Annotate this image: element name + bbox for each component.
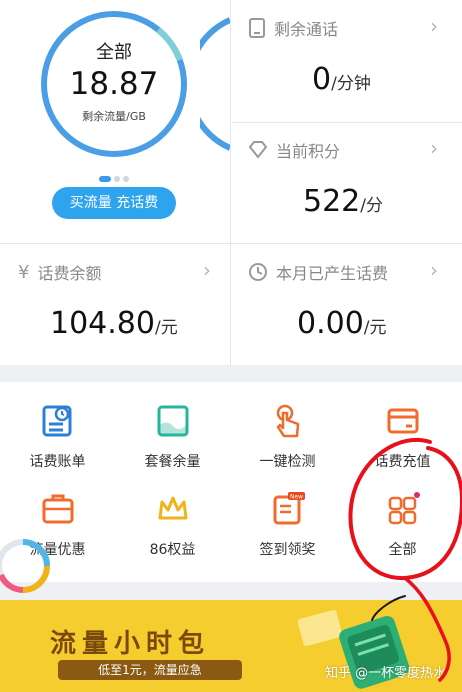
bill-icon bbox=[42, 405, 71, 437]
menu-item-label: 话费账单 bbox=[29, 454, 86, 470]
menu-item-label: 86权益 bbox=[149, 542, 196, 558]
chevron-right-icon[interactable]: › bbox=[203, 258, 211, 282]
chevron-right-icon[interactable]: › bbox=[430, 14, 438, 38]
menu-item-checkin[interactable]: New 签到领奖 bbox=[230, 492, 345, 559]
balance-unit: /元 bbox=[154, 318, 178, 338]
phone-icon bbox=[249, 18, 265, 38]
watermark: 知乎 @一杯零度热水 bbox=[325, 666, 447, 681]
points-unit: /分 bbox=[360, 196, 383, 216]
chevron-right-icon[interactable]: › bbox=[430, 136, 438, 160]
points-card[interactable]: 当前积分 bbox=[248, 138, 340, 162]
carousel-dot-active[interactable] bbox=[99, 176, 111, 182]
carousel-dot[interactable] bbox=[123, 176, 129, 182]
floating-ring-widget[interactable] bbox=[0, 535, 54, 597]
month-charges-value: 0.00 bbox=[297, 306, 364, 341]
menu-item-bill[interactable]: 话费账单 bbox=[0, 404, 115, 471]
diamond-icon bbox=[248, 141, 268, 159]
crown-icon bbox=[158, 496, 187, 520]
balance-value: 104.80 bbox=[50, 306, 155, 341]
remaining-calls-value-row: 0/分钟 bbox=[312, 62, 371, 97]
menu-item-86-benefits[interactable]: 86权益 bbox=[115, 492, 230, 559]
remaining-calls-card[interactable]: 剩余通话 bbox=[248, 16, 338, 40]
briefcase-icon bbox=[42, 494, 73, 524]
points-value-row: 522/分 bbox=[303, 184, 383, 219]
menu-item-label: 一键检测 bbox=[259, 454, 316, 470]
balance-card[interactable]: ¥ 话费余额 bbox=[18, 260, 101, 284]
account-summary-panel: 全部 18.87 剩余流量/GB 买流量 充话费 剩余通话 › 0/分钟 当前积… bbox=[0, 0, 462, 365]
balance-value-row: 104.80/元 bbox=[50, 306, 178, 341]
balance-title: 话费余额 bbox=[37, 264, 102, 283]
clock-icon bbox=[249, 263, 267, 281]
menu-item-label: 话费充值 bbox=[374, 454, 431, 470]
divider bbox=[0, 243, 462, 244]
remaining-calls-title: 剩余通话 bbox=[274, 20, 339, 39]
grid-icon bbox=[388, 492, 420, 525]
package-icon bbox=[157, 405, 188, 437]
banner-title: 流量小时包 bbox=[50, 629, 211, 659]
points-value: 522 bbox=[303, 184, 361, 219]
chevron-right-icon[interactable]: › bbox=[430, 258, 438, 282]
menu-item-all[interactable]: 全部 bbox=[345, 492, 460, 559]
menu-item-label: 签到领奖 bbox=[259, 542, 316, 558]
banner-subtitle: 低至1元，流量应急 bbox=[58, 660, 242, 680]
checkin-icon: New bbox=[273, 492, 305, 525]
data-usage-value: 18.87 bbox=[69, 66, 159, 102]
month-charges-card[interactable]: 本月已产生话费 bbox=[248, 260, 388, 284]
menu-item-label: 全部 bbox=[388, 542, 417, 558]
divider bbox=[230, 0, 231, 365]
card-icon bbox=[387, 408, 418, 434]
menu-item-topup[interactable]: 话费充值 bbox=[345, 404, 460, 471]
month-charges-unit: /元 bbox=[363, 318, 387, 338]
carousel-dot[interactable] bbox=[114, 176, 120, 182]
carousel-indicator[interactable] bbox=[99, 167, 132, 186]
remaining-calls-value: 0 bbox=[312, 62, 332, 97]
month-charges-value-row: 0.00/元 bbox=[297, 306, 387, 341]
menu-item-check[interactable]: 一键检测 bbox=[230, 404, 345, 471]
buy-data-topup-button[interactable]: 买流量 充话费 bbox=[52, 187, 176, 219]
remaining-calls-unit: /分钟 bbox=[331, 74, 371, 94]
divider bbox=[232, 122, 462, 123]
new-badge-text: New bbox=[289, 494, 302, 501]
points-title: 当前积分 bbox=[276, 142, 341, 161]
menu-item-label: 套餐余量 bbox=[144, 454, 201, 470]
service-menu-grid: 话费账单 套餐余量 一键检测 话费充值 流量优惠 86权益 New 签到领奖 全… bbox=[0, 382, 462, 582]
data-usage-text: 全部 18.87 剩余流量/GB bbox=[40, 10, 188, 158]
month-charges-title: 本月已产生话费 bbox=[276, 264, 389, 283]
menu-item-package[interactable]: 套餐余量 bbox=[115, 404, 230, 471]
tap-icon bbox=[276, 404, 299, 438]
data-usage-unit: 剩余流量/GB bbox=[82, 110, 146, 123]
yen-icon: ¥ bbox=[18, 261, 30, 283]
data-usage-label: 全部 bbox=[96, 42, 132, 63]
